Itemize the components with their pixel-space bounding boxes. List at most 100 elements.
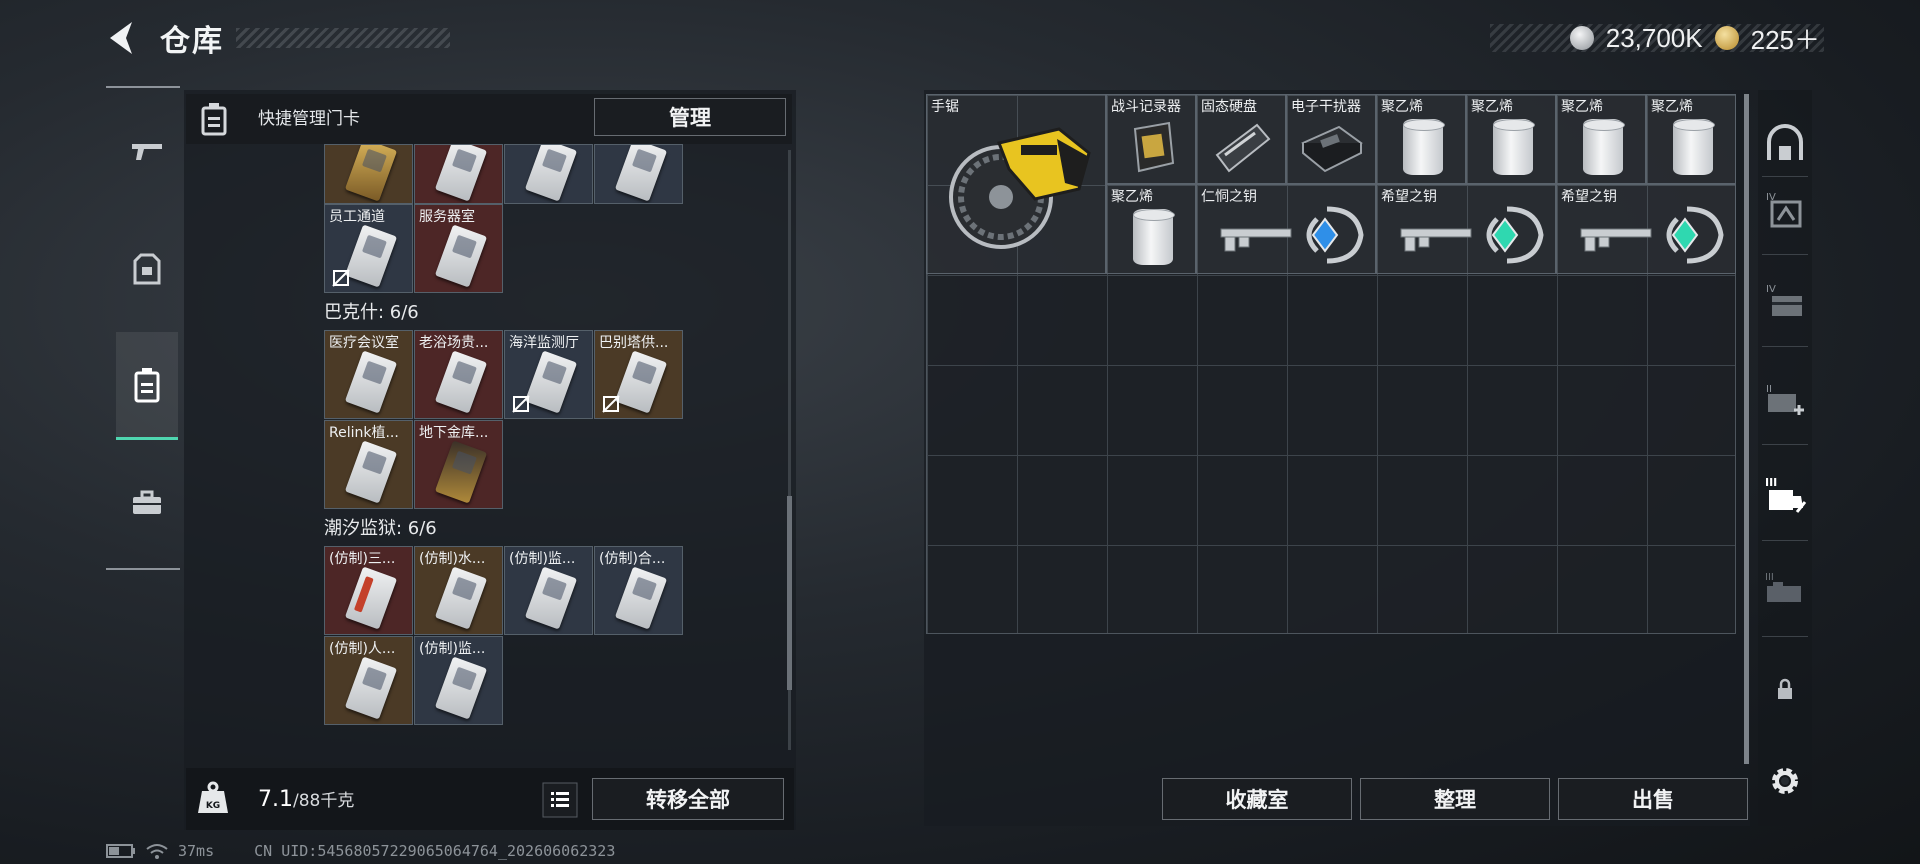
weight-value: 7.1 bbox=[258, 787, 293, 812]
polyethylene-spool-icon bbox=[1403, 119, 1445, 175]
storage-tier-4b-icon[interactable]: IV bbox=[1760, 276, 1810, 326]
settings-icon[interactable] bbox=[1760, 756, 1810, 806]
keycard-cell[interactable]: (仿制)三... bbox=[324, 546, 413, 635]
item-name: 聚乙烯 bbox=[1111, 189, 1153, 205]
storage-scrollbar[interactable] bbox=[1744, 94, 1749, 764]
keycard-name: 地下金库... bbox=[419, 425, 489, 441]
keycard-cell[interactable] bbox=[414, 144, 503, 204]
polyethylene-spool-icon bbox=[1493, 119, 1535, 175]
keycard-cell[interactable] bbox=[324, 144, 413, 204]
svg-text:II: II bbox=[1766, 384, 1772, 395]
gold-coin-icon bbox=[1714, 26, 1739, 50]
weight-readout: 7.1/88千克 bbox=[258, 786, 354, 812]
manage-button[interactable]: 管理 bbox=[594, 98, 786, 136]
wifi-icon bbox=[146, 844, 168, 859]
keycard-name: (仿制)水... bbox=[419, 551, 486, 567]
collection-room-button[interactable]: 收藏室 bbox=[1162, 778, 1352, 820]
weight-kg-icon: KG bbox=[196, 780, 230, 816]
weapon-icon[interactable] bbox=[116, 116, 178, 186]
item-ssd[interactable]: 固态硬盘 bbox=[1196, 94, 1286, 184]
keycard-name: 员工通道 bbox=[329, 209, 385, 225]
keycard-cell[interactable]: Relink植... bbox=[324, 420, 413, 509]
keycard-cell[interactable] bbox=[594, 144, 683, 204]
keycard-name: 海洋监测厅 bbox=[509, 335, 579, 351]
weight-capacity: /88千克 bbox=[293, 791, 355, 811]
item-name: 聚乙烯 bbox=[1561, 99, 1603, 115]
keycard-cell[interactable]: (仿制)合... bbox=[594, 546, 683, 635]
item-name: 仁恫之钥 bbox=[1201, 189, 1257, 205]
unlocked-icon bbox=[602, 395, 620, 413]
uid-text: CN UID:5456805722906506476​4_20260606232… bbox=[254, 842, 616, 860]
item-hand-saw[interactable]: 手锯 bbox=[926, 94, 1106, 274]
keycard-name: 巴别塔供... bbox=[599, 335, 669, 351]
jammer-icon bbox=[1301, 125, 1363, 173]
lock-icon[interactable] bbox=[1760, 664, 1810, 714]
armor-icon[interactable] bbox=[116, 234, 178, 304]
keycard-name: (仿制)合... bbox=[599, 551, 666, 567]
currency-gold-value[interactable]: 225＋ bbox=[1751, 20, 1820, 57]
item-name: 战斗记录器 bbox=[1111, 99, 1181, 115]
page-title: 仓库 bbox=[160, 24, 224, 59]
quick-manage-keycards-label: 快捷管理门卡 bbox=[258, 109, 360, 129]
sort-button[interactable]: 整理 bbox=[1360, 778, 1550, 820]
keycard-cell[interactable]: 地下金库... bbox=[414, 420, 503, 509]
battery-icon bbox=[106, 844, 135, 858]
polyethylene-spool-icon bbox=[1133, 209, 1175, 265]
item-name: 聚乙烯 bbox=[1471, 99, 1513, 115]
item-polyethylene[interactable]: 聚乙烯 bbox=[1646, 94, 1736, 184]
list-view-icon[interactable] bbox=[542, 782, 578, 818]
item-polyethylene[interactable]: 聚乙烯 bbox=[1556, 94, 1646, 184]
section-bakeshi-count: 巴克什: 6/6 bbox=[324, 302, 419, 323]
item-key-hope[interactable]: 希望之钥 bbox=[1376, 184, 1556, 274]
transfer-all-button[interactable]: 转移全部 bbox=[592, 778, 784, 820]
keycard-scrollbar[interactable] bbox=[787, 496, 792, 690]
keycard-cell[interactable]: (仿制)人... bbox=[324, 636, 413, 725]
back-arrow-icon[interactable] bbox=[104, 18, 140, 58]
keycard-name: (仿制)监... bbox=[419, 641, 486, 657]
item-name: 希望之钥 bbox=[1381, 189, 1437, 205]
item-polyethylene[interactable]: 聚乙烯 bbox=[1466, 94, 1556, 184]
item-key-renmin[interactable]: 仁恫之钥 bbox=[1196, 184, 1376, 274]
ornate-key-icon bbox=[1220, 206, 1364, 264]
storage-tier-3-icon[interactable]: III bbox=[1760, 564, 1810, 614]
keycard-icon[interactable] bbox=[116, 332, 178, 440]
item-polyethylene[interactable]: 聚乙烯 bbox=[1106, 184, 1196, 274]
keycard-cell[interactable]: 服务器室 bbox=[414, 204, 503, 293]
item-name: 希望之钥 bbox=[1561, 189, 1617, 205]
keycard-cell[interactable]: 医疗会议室 bbox=[324, 330, 413, 419]
keycard-cell[interactable]: (仿制)监... bbox=[504, 546, 593, 635]
keycard-cell[interactable]: (仿制)水... bbox=[414, 546, 503, 635]
keycard-cell[interactable]: 巴别塔供... bbox=[594, 330, 683, 419]
keycard-name: 医疗会议室 bbox=[329, 335, 399, 351]
silver-coin-icon bbox=[1569, 26, 1594, 50]
keycard-cell[interactable] bbox=[504, 144, 593, 204]
keycard-name: (仿制)人... bbox=[329, 641, 396, 657]
item-name: 聚乙烯 bbox=[1651, 99, 1693, 115]
ping-value: 37ms bbox=[178, 842, 215, 860]
circular-saw-icon bbox=[949, 127, 1091, 249]
keycard-cell[interactable]: 海洋监测厅 bbox=[504, 330, 593, 419]
status-bar: 37ms CN UID:5456805722906506476​4_202606… bbox=[106, 842, 615, 860]
item-electronic-jammer[interactable]: 电子干扰器 bbox=[1286, 94, 1376, 184]
item-polyethylene[interactable]: 聚乙烯 bbox=[1376, 94, 1466, 184]
item-combat-recorder[interactable]: 战斗记录器 bbox=[1106, 94, 1196, 184]
ornate-key-icon bbox=[1580, 206, 1724, 264]
item-key-hope[interactable]: 希望之钥 bbox=[1556, 184, 1736, 274]
storage-tier-3-active-icon[interactable]: III bbox=[1760, 470, 1810, 520]
combat-recorder-icon bbox=[1133, 121, 1175, 173]
title-decoration bbox=[236, 28, 450, 48]
svg-text:IV: IV bbox=[1766, 284, 1776, 295]
svg-text:KG: KG bbox=[206, 801, 220, 811]
toolbox-icon[interactable] bbox=[116, 468, 178, 538]
keycard-cell[interactable]: (仿制)监... bbox=[414, 636, 503, 725]
keycard-cell[interactable]: 老浴场贵... bbox=[414, 330, 503, 419]
ssd-icon bbox=[1215, 123, 1271, 173]
safehouse-icon[interactable] bbox=[1760, 118, 1810, 168]
keycard-cell[interactable]: 员工通道 bbox=[324, 204, 413, 293]
sell-button[interactable]: 出售 bbox=[1558, 778, 1748, 820]
storage-tier-2-add-icon[interactable]: II bbox=[1760, 376, 1810, 426]
storage-tier-4-icon[interactable]: IV bbox=[1760, 184, 1810, 234]
ornate-key-icon bbox=[1400, 206, 1544, 264]
keycard-name: (仿制)三... bbox=[329, 551, 396, 567]
currency-bar: 23,700K 225＋ bbox=[1490, 23, 1824, 55]
